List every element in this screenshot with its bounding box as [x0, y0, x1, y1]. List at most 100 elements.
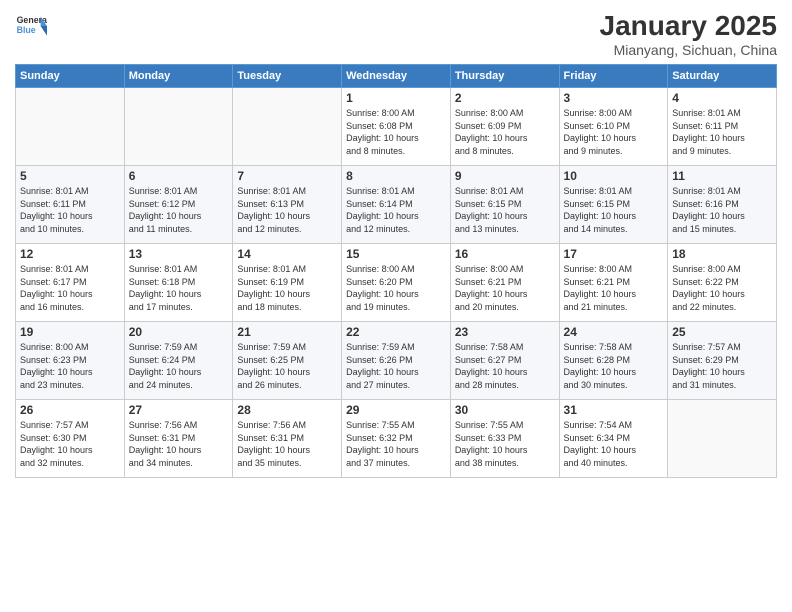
day-number: 15 — [346, 247, 446, 261]
day-info: Sunrise: 8:01 AMSunset: 6:12 PMDaylight:… — [129, 185, 229, 235]
calendar-cell: 19Sunrise: 8:00 AMSunset: 6:23 PMDayligh… — [16, 322, 125, 400]
calendar-table: SundayMondayTuesdayWednesdayThursdayFrid… — [15, 64, 777, 478]
calendar-cell: 17 Sunrise: 8:00 AMSunset: 6:21 PMDayligh… — [559, 244, 668, 322]
day-info: Sunrise: 8:01 AMSunset: 6:14 PMDaylight:… — [346, 185, 446, 235]
day-info: Sunrise: 8:00 AMSunset: 6:09 PMDaylight:… — [455, 107, 555, 157]
day-info: Sunrise: 8:01 AMSunset: 6:13 PMDaylight:… — [237, 185, 337, 235]
calendar-cell: 6 Sunrise: 8:01 AMSunset: 6:12 PMDaylight… — [124, 166, 233, 244]
day-info: Sunrise: 8:00 AMSunset: 6:22 PMDaylight:… — [672, 263, 772, 313]
calendar-cell: 4 Sunrise: 8:01 AMSunset: 6:11 PMDaylight… — [668, 88, 777, 166]
calendar-cell: 1Sunrise: 8:00 AMSunset: 6:08 PMDaylight… — [342, 88, 451, 166]
day-info: Sunrise: 7:55 AMSunset: 6:32 PMDaylight:… — [346, 419, 446, 469]
header: General Blue January 2025 Mianyang, Sich… — [15, 10, 777, 58]
day-number: 14 — [237, 247, 337, 261]
day-number: 26 — [20, 403, 120, 417]
calendar-cell: 5Sunrise: 8:01 AMSunset: 6:11 PMDaylight… — [16, 166, 125, 244]
calendar-cell: 18 Sunrise: 8:00 AMSunset: 6:22 PMDayligh… — [668, 244, 777, 322]
day-number: 28 — [237, 403, 337, 417]
day-info: Sunrise: 8:00 AMSunset: 6:21 PMDaylight:… — [455, 263, 555, 313]
day-number: 20 — [129, 325, 229, 339]
day-info: Sunrise: 7:59 AMSunset: 6:26 PMDaylight:… — [346, 341, 446, 391]
week-row-3: 19Sunrise: 8:00 AMSunset: 6:23 PMDayligh… — [16, 322, 777, 400]
calendar-cell: 26 Sunrise: 7:57 AMSunset: 6:30 PMDayligh… — [16, 400, 125, 478]
day-info: Sunrise: 8:01 AMSunset: 6:18 PMDaylight:… — [129, 263, 229, 313]
day-info: Sunrise: 8:01 AMSunset: 6:15 PMDaylight:… — [564, 185, 664, 235]
col-header-sunday: Sunday — [16, 65, 125, 88]
day-info: Sunrise: 7:56 AMSunset: 6:31 PMDaylight:… — [237, 419, 337, 469]
month-title: January 2025 — [600, 10, 777, 42]
calendar-cell: 22Sunrise: 7:59 AMSunset: 6:26 PMDayligh… — [342, 322, 451, 400]
day-info: Sunrise: 7:57 AMSunset: 6:29 PMDaylight:… — [672, 341, 772, 391]
calendar-cell: 30Sunrise: 7:55 AMSunset: 6:33 PMDayligh… — [450, 400, 559, 478]
calendar-cell — [16, 88, 125, 166]
calendar-cell: 12Sunrise: 8:01 AMSunset: 6:17 PMDayligh… — [16, 244, 125, 322]
day-info: Sunrise: 8:01 AMSunset: 6:11 PMDaylight:… — [20, 185, 120, 235]
calendar-cell: 7 Sunrise: 8:01 AMSunset: 6:13 PMDaylight… — [233, 166, 342, 244]
day-number: 29 — [346, 403, 446, 417]
day-number: 8 — [346, 169, 446, 183]
day-info: Sunrise: 8:01 AMSunset: 6:19 PMDaylight:… — [237, 263, 337, 313]
calendar-cell: 11Sunrise: 8:01 AMSunset: 6:16 PMDayligh… — [668, 166, 777, 244]
col-header-saturday: Saturday — [668, 65, 777, 88]
calendar-cell: 25 Sunrise: 7:57 AMSunset: 6:29 PMDayligh… — [668, 322, 777, 400]
calendar-cell: 27Sunrise: 7:56 AMSunset: 6:31 PMDayligh… — [124, 400, 233, 478]
day-number: 24 — [564, 325, 664, 339]
day-info: Sunrise: 7:59 AMSunset: 6:24 PMDaylight:… — [129, 341, 229, 391]
logo: General Blue — [15, 10, 47, 42]
day-info: Sunrise: 7:56 AMSunset: 6:31 PMDaylight:… — [129, 419, 229, 469]
calendar-cell: 29 Sunrise: 7:55 AMSunset: 6:32 PMDayligh… — [342, 400, 451, 478]
day-number: 3 — [564, 91, 664, 105]
day-info: Sunrise: 8:00 AMSunset: 6:23 PMDaylight:… — [20, 341, 120, 391]
day-number: 1 — [346, 91, 446, 105]
day-number: 6 — [129, 169, 229, 183]
calendar-cell: 14 Sunrise: 8:01 AMSunset: 6:19 PMDayligh… — [233, 244, 342, 322]
day-number: 30 — [455, 403, 555, 417]
calendar-cell — [124, 88, 233, 166]
calendar-cell: 8 Sunrise: 8:01 AMSunset: 6:14 PMDaylight… — [342, 166, 451, 244]
day-info: Sunrise: 7:54 AMSunset: 6:34 PMDaylight:… — [564, 419, 664, 469]
calendar-cell: 31 Sunrise: 7:54 AMSunset: 6:34 PMDayligh… — [559, 400, 668, 478]
day-info: Sunrise: 8:00 AMSunset: 6:20 PMDaylight:… — [346, 263, 446, 313]
calendar-cell: 16 Sunrise: 8:00 AMSunset: 6:21 PMDayligh… — [450, 244, 559, 322]
header-row: SundayMondayTuesdayWednesdayThursdayFrid… — [16, 65, 777, 88]
day-info: Sunrise: 8:01 AMSunset: 6:15 PMDaylight:… — [455, 185, 555, 235]
day-number: 10 — [564, 169, 664, 183]
day-number: 16 — [455, 247, 555, 261]
week-row-2: 12Sunrise: 8:01 AMSunset: 6:17 PMDayligh… — [16, 244, 777, 322]
col-header-friday: Friday — [559, 65, 668, 88]
day-info: Sunrise: 8:00 AMSunset: 6:10 PMDaylight:… — [564, 107, 664, 157]
day-info: Sunrise: 8:01 AMSunset: 6:17 PMDaylight:… — [20, 263, 120, 313]
day-info: Sunrise: 7:59 AMSunset: 6:25 PMDaylight:… — [237, 341, 337, 391]
day-info: Sunrise: 8:00 AMSunset: 6:21 PMDaylight:… — [564, 263, 664, 313]
col-header-wednesday: Wednesday — [342, 65, 451, 88]
day-number: 23 — [455, 325, 555, 339]
day-number: 7 — [237, 169, 337, 183]
day-number: 2 — [455, 91, 555, 105]
col-header-monday: Monday — [124, 65, 233, 88]
logo-icon: General Blue — [15, 10, 47, 42]
calendar-cell: 3 Sunrise: 8:00 AMSunset: 6:10 PMDaylight… — [559, 88, 668, 166]
title-block: January 2025 Mianyang, Sichuan, China — [600, 10, 777, 58]
calendar-cell: 20 Sunrise: 7:59 AMSunset: 6:24 PMDayligh… — [124, 322, 233, 400]
day-number: 17 — [564, 247, 664, 261]
page: General Blue January 2025 Mianyang, Sich… — [0, 0, 792, 612]
calendar-cell: 24Sunrise: 7:58 AMSunset: 6:28 PMDayligh… — [559, 322, 668, 400]
calendar-cell — [668, 400, 777, 478]
day-number: 11 — [672, 169, 772, 183]
day-number: 13 — [129, 247, 229, 261]
day-number: 18 — [672, 247, 772, 261]
calendar-cell: 2 Sunrise: 8:00 AMSunset: 6:09 PMDaylight… — [450, 88, 559, 166]
day-info: Sunrise: 8:01 AMSunset: 6:11 PMDaylight:… — [672, 107, 772, 157]
day-number: 9 — [455, 169, 555, 183]
week-row-4: 26 Sunrise: 7:57 AMSunset: 6:30 PMDayligh… — [16, 400, 777, 478]
location: Mianyang, Sichuan, China — [600, 42, 777, 58]
week-row-0: 1Sunrise: 8:00 AMSunset: 6:08 PMDaylight… — [16, 88, 777, 166]
day-info: Sunrise: 7:57 AMSunset: 6:30 PMDaylight:… — [20, 419, 120, 469]
day-number: 25 — [672, 325, 772, 339]
calendar-cell: 28 Sunrise: 7:56 AMSunset: 6:31 PMDayligh… — [233, 400, 342, 478]
day-info: Sunrise: 7:58 AMSunset: 6:27 PMDaylight:… — [455, 341, 555, 391]
day-number: 31 — [564, 403, 664, 417]
calendar-cell: 9 Sunrise: 8:01 AMSunset: 6:15 PMDaylight… — [450, 166, 559, 244]
day-number: 4 — [672, 91, 772, 105]
col-header-thursday: Thursday — [450, 65, 559, 88]
